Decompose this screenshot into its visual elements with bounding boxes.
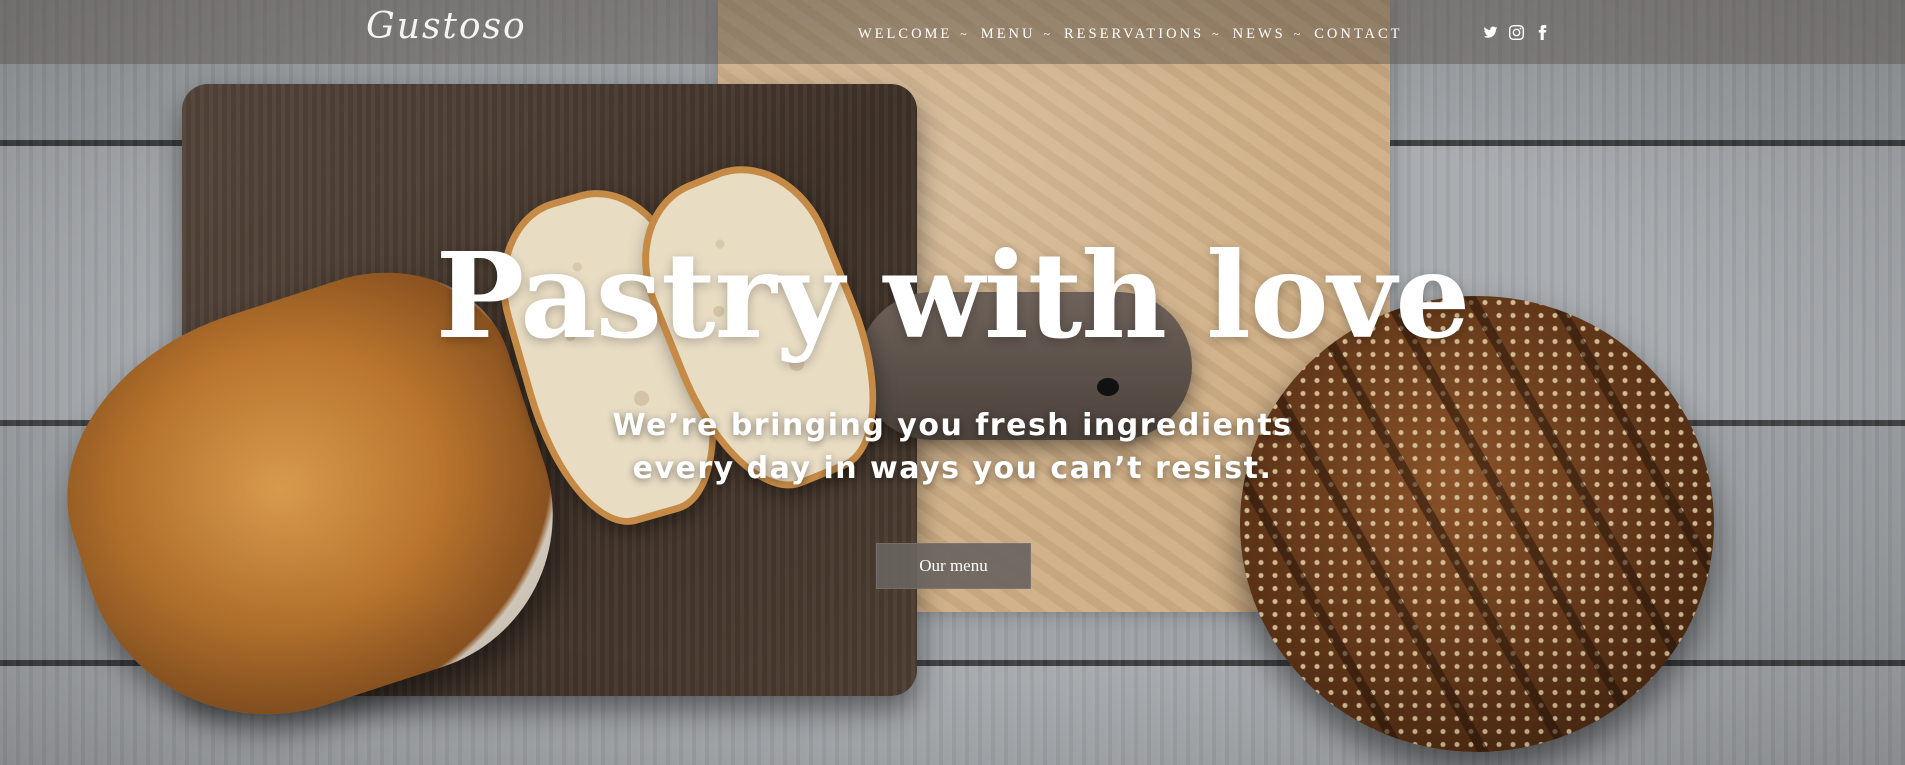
site-logo[interactable]: Gustoso (366, 6, 527, 47)
dropdown-caret-icon: ~ (1293, 27, 1301, 41)
hero-subtitle-line-2: every day in ways you can’t resist. (632, 451, 1273, 486)
nav-item-label: MENU (980, 26, 1036, 42)
hero-subtitle: We’re bringing you fresh ingredients eve… (0, 404, 1905, 490)
nav-item-contact[interactable]: CONTACT (1314, 26, 1402, 43)
facebook-icon[interactable] (1534, 24, 1550, 40)
dropdown-caret-icon: ~ (1043, 27, 1051, 41)
vignette (0, 0, 1905, 765)
main-nav: WELCOME ~ MENU ~ RESERVATIONS ~ NEWS ~ C… (858, 26, 1403, 43)
nav-item-label: NEWS (1232, 26, 1286, 42)
nav-item-welcome[interactable]: WELCOME ~ (858, 26, 981, 43)
twitter-icon[interactable] (1482, 24, 1498, 40)
hero-subtitle-line-1: We’re bringing you fresh ingredients (612, 408, 1293, 443)
nav-item-label: CONTACT (1314, 26, 1403, 42)
hero-title: Pastry with love (435, 226, 1471, 366)
nav-item-label: WELCOME (858, 26, 953, 42)
site-header: Gustoso WELCOME ~ MENU ~ RESERVATIONS ~ … (0, 0, 1905, 64)
nav-item-news[interactable]: NEWS ~ (1233, 26, 1315, 43)
hero-background-photo (0, 0, 1905, 765)
dropdown-caret-icon: ~ (1212, 27, 1219, 41)
nav-item-menu[interactable]: MENU ~ (981, 26, 1064, 43)
nav-item-label: RESERVATIONS (1064, 26, 1205, 42)
social-links (1482, 24, 1550, 40)
our-menu-button[interactable]: Our menu (876, 543, 1031, 589)
instagram-icon[interactable] (1508, 24, 1524, 40)
dropdown-caret-icon: ~ (960, 27, 967, 41)
nav-item-reservations[interactable]: RESERVATIONS ~ (1064, 26, 1233, 43)
